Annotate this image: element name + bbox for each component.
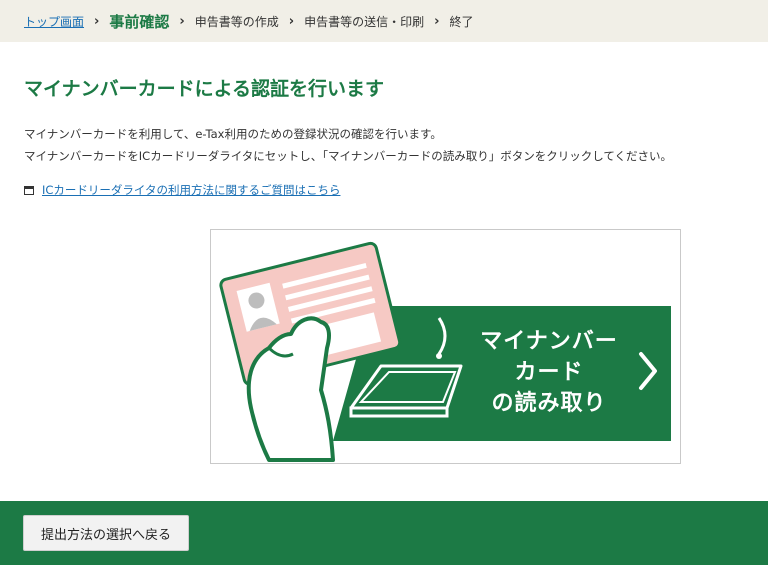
breadcrumb-step-send: 申告書等の送信・印刷 (304, 14, 425, 29)
breadcrumb: トップ画面 › 事前確認 › 申告書等の作成 › 申告書等の送信・印刷 › 終了 (0, 0, 768, 42)
description-line-2: マイナンバーカードをICカードリーダライタにセットし、「マイナンバーカードの読み… (24, 149, 673, 163)
page-title: マイナンバーカードによる認証を行います (24, 78, 385, 100)
new-window-icon (24, 185, 34, 195)
card-reader-button-label: マイナンバー カード の読み取り (479, 326, 619, 419)
breadcrumb-separator: › (434, 13, 440, 29)
back-to-submission-method-button[interactable]: 提出方法の選択へ戻る (23, 515, 189, 551)
read-my-number-card-button[interactable]: マイナンバー カード の読み取り (210, 229, 681, 464)
breadcrumb-top-link[interactable]: トップ画面 (24, 13, 84, 30)
button-label-line-2: カード (514, 360, 584, 385)
breadcrumb-separator: › (288, 13, 295, 29)
card-reader-help-link[interactable]: ICカードリーダライタの利用方法に関するご質問はこちら (42, 182, 340, 198)
button-label-line-3: の読み取り (491, 391, 607, 416)
breadcrumb-step-create: 申告書等の作成 (194, 14, 279, 29)
help-link-row: ICカードリーダライタの利用方法に関するご質問はこちら (24, 182, 340, 198)
button-label-line-1: マイナンバー (480, 329, 618, 354)
description-line-1: マイナンバーカードを利用して、e-Tax利用のための登録状況の確認を行います。 (24, 127, 442, 141)
breadcrumb-current-step: 事前確認 (109, 12, 170, 31)
breadcrumb-separator: › (94, 13, 100, 29)
breadcrumb-separator: › (179, 13, 185, 29)
footer-bar: 提出方法の選択へ戻る (0, 501, 768, 565)
breadcrumb-step-end: 終了 (449, 14, 474, 29)
